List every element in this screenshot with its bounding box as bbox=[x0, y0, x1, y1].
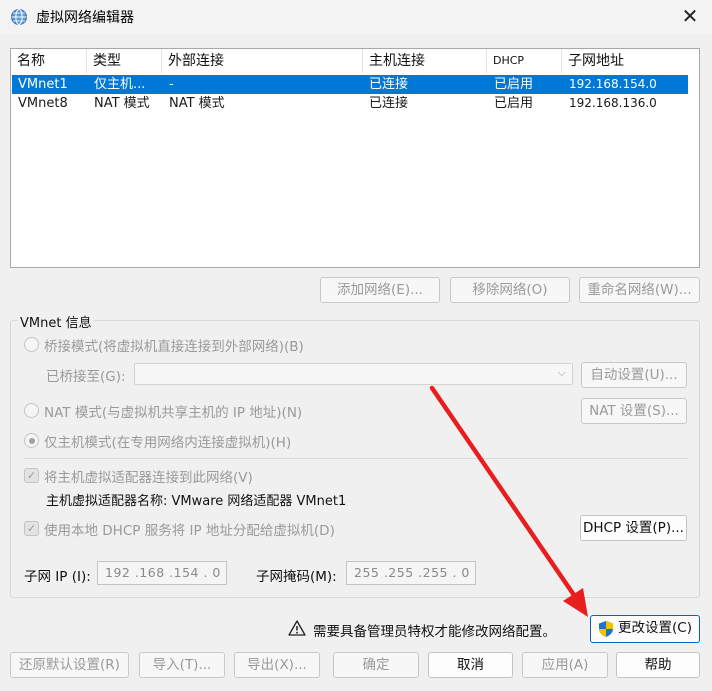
import-button[interactable]: 导入(T)... bbox=[139, 652, 225, 678]
table-row[interactable]: VMnet8 NAT 模式 NAT 模式 已连接 已启用 192.168.136… bbox=[12, 94, 688, 113]
connect-adapter-checkbox[interactable]: ✓ bbox=[24, 468, 39, 483]
bridged-to-label: 已桥接至(G): bbox=[46, 369, 126, 385]
cell-subnet: 192.168.136.0 bbox=[569, 96, 657, 110]
use-dhcp-label: 使用本地 DHCP 服务将 IP 地址分配给虚拟机(D) bbox=[44, 523, 335, 539]
cell-name: VMnet8 bbox=[18, 96, 68, 111]
subnet-mask-label: 子网掩码(M): bbox=[256, 569, 337, 585]
use-dhcp-checkbox[interactable]: ✓ bbox=[24, 521, 39, 536]
restore-defaults-button[interactable]: 还原默认设置(R) bbox=[10, 652, 129, 678]
divider bbox=[24, 458, 688, 459]
uac-shield-icon bbox=[599, 621, 613, 637]
remove-network-button[interactable]: 移除网络(O) bbox=[450, 277, 570, 303]
host-only-radio[interactable] bbox=[24, 433, 39, 448]
auto-settings-button[interactable]: 自动设置(U)... bbox=[581, 362, 687, 388]
cell-dhcp: 已启用 bbox=[494, 96, 534, 111]
admin-notice: 需要具备管理员特权才能修改网络配置。 bbox=[313, 624, 556, 640]
network-list[interactable]: 名称 类型 外部连接 主机连接 DHCP 子网地址 VMnet1 仅主机... … bbox=[10, 48, 700, 268]
window-title: 虚拟网络编辑器 bbox=[36, 10, 134, 26]
cell-type: 仅主机... bbox=[94, 77, 146, 92]
cell-external: NAT 模式 bbox=[169, 96, 225, 111]
nat-settings-button[interactable]: NAT 设置(S)... bbox=[581, 398, 687, 424]
subnet-ip-field[interactable]: 192 .168 .154 . 0 bbox=[97, 561, 227, 585]
vmnet-info-label: VMnet 信息 bbox=[18, 312, 94, 331]
cell-name: VMnet1 bbox=[18, 77, 68, 92]
bridged-label: 桥接模式(将虚拟机直接连接到外部网络)(B) bbox=[44, 339, 304, 355]
column-header-host[interactable]: 主机连接 bbox=[363, 49, 487, 73]
chevron-down-icon: ⌵ bbox=[557, 366, 566, 379]
cancel-button[interactable]: 取消 bbox=[428, 652, 513, 678]
add-network-button[interactable]: 添加网络(E)... bbox=[320, 277, 440, 303]
change-settings-label: 更改设置(C) bbox=[618, 620, 692, 636]
network-globe-icon bbox=[11, 9, 27, 25]
help-button[interactable]: 帮助 bbox=[616, 652, 700, 678]
close-button[interactable]: ✕ bbox=[677, 4, 703, 28]
nat-label: NAT 模式(与虚拟机共享主机的 IP 地址)(N) bbox=[44, 405, 303, 421]
rename-network-button[interactable]: 重命名网络(W)... bbox=[579, 277, 700, 303]
subnet-ip-label: 子网 IP (I): bbox=[24, 569, 91, 585]
change-settings-button[interactable]: 更改设置(C) bbox=[590, 615, 700, 643]
host-only-label: 仅主机模式(在专用网络内连接虚拟机)(H) bbox=[44, 435, 292, 451]
cell-type: NAT 模式 bbox=[94, 96, 150, 111]
warning-icon bbox=[288, 620, 306, 636]
nat-radio[interactable] bbox=[24, 403, 39, 418]
column-header-name[interactable]: 名称 bbox=[11, 49, 87, 73]
apply-button[interactable]: 应用(A) bbox=[522, 652, 608, 678]
export-button[interactable]: 导出(X)... bbox=[234, 652, 320, 678]
cell-subnet: 192.168.154.0 bbox=[569, 77, 657, 91]
column-header-dhcp[interactable]: DHCP bbox=[487, 49, 562, 73]
cell-dhcp: 已启用 bbox=[494, 77, 534, 92]
column-header-type[interactable]: 类型 bbox=[87, 49, 162, 73]
adapter-name-text: 主机虚拟适配器名称: VMware 网络适配器 VMnet1 bbox=[46, 494, 347, 509]
dhcp-settings-button[interactable]: DHCP 设置(P)... bbox=[580, 515, 687, 541]
bridged-radio[interactable] bbox=[24, 337, 39, 352]
cell-host: 已连接 bbox=[369, 77, 409, 92]
column-header-external[interactable]: 外部连接 bbox=[162, 49, 363, 73]
table-row[interactable]: VMnet1 仅主机... - 已连接 已启用 192.168.154.0 bbox=[12, 75, 688, 94]
connect-adapter-label: 将主机虚拟适配器连接到此网络(V) bbox=[44, 470, 253, 486]
ok-button[interactable]: 确定 bbox=[333, 652, 419, 678]
column-header-subnet[interactable]: 子网地址 bbox=[562, 49, 688, 73]
bridged-to-select[interactable]: ⌵ bbox=[134, 363, 573, 385]
cell-external: - bbox=[169, 77, 174, 92]
subnet-mask-field[interactable]: 255 .255 .255 . 0 bbox=[346, 561, 476, 585]
cell-host: 已连接 bbox=[369, 96, 409, 111]
